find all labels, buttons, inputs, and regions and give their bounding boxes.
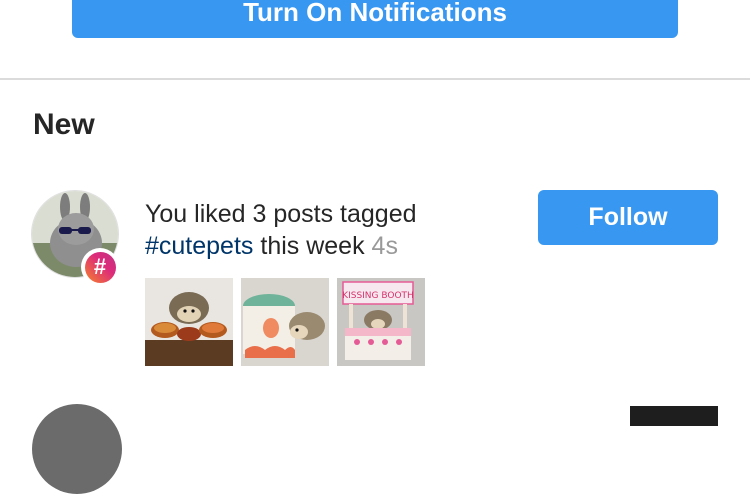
thumbnail-hedgehog-with-cake[interactable] bbox=[241, 278, 329, 366]
section-divider bbox=[0, 78, 750, 80]
section-title-new: New bbox=[33, 108, 95, 141]
next-activity-avatar[interactable] bbox=[32, 404, 122, 494]
follow-button[interactable]: Follow bbox=[538, 190, 718, 245]
turn-on-notifications-label: Turn On Notifications bbox=[243, 0, 507, 27]
follow-button-label: Follow bbox=[588, 203, 668, 231]
next-activity-thumbnail[interactable] bbox=[630, 406, 718, 426]
activity-text: You liked 3 posts tagged #cutepets this … bbox=[145, 198, 525, 262]
activity-text-suffix: this week bbox=[253, 232, 365, 260]
thumbnail-hedgehog-with-pies[interactable] bbox=[145, 278, 233, 366]
turn-on-notifications-button[interactable]: Turn On Notifications bbox=[72, 0, 678, 38]
thumbnail-hedgehog-kissing-booth[interactable]: KISSING BOOTH bbox=[337, 278, 425, 366]
hashtag-badge: # bbox=[81, 248, 119, 286]
hashtag-icon: # bbox=[84, 251, 116, 283]
activity-timestamp: 4s bbox=[371, 232, 398, 260]
hashtag-link[interactable]: #cutepets bbox=[145, 232, 253, 260]
activity-avatar[interactable]: # bbox=[31, 190, 121, 286]
kissing-booth-sign-text: KISSING BOOTH bbox=[342, 291, 414, 301]
activity-text-prefix: You liked 3 posts tagged bbox=[145, 200, 417, 228]
liked-posts-thumbnails: KISSING BOOTH bbox=[145, 278, 425, 366]
